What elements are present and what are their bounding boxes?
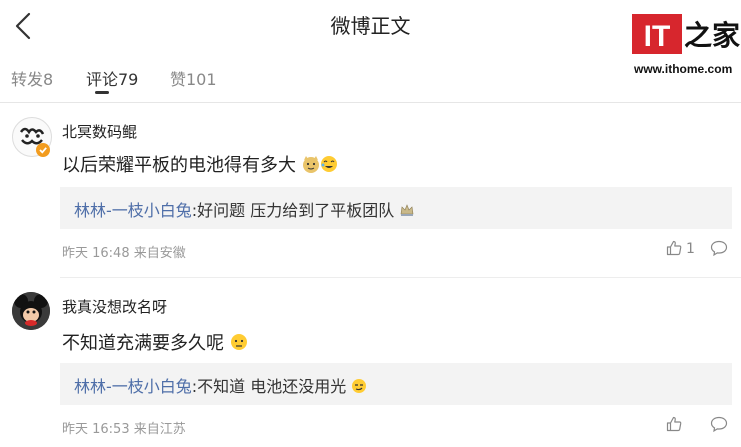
comment-text: 以后荣耀平板的电池得有多大 [62, 151, 338, 177]
reply-author-link[interactable]: 林林-一枝小白兔 [74, 377, 192, 396]
comment-meta: 昨天 16:53 来自江苏 [62, 422, 186, 437]
reply-button[interactable] [710, 416, 730, 436]
verified-badge-icon [36, 143, 50, 157]
reply-button[interactable] [710, 240, 730, 260]
reply-text: :不知道 电池还没用光 [191, 377, 347, 396]
svg-text:之家: 之家 [684, 19, 740, 52]
tab-reposts[interactable]: 转发8 [11, 66, 53, 90]
ithome-logo: IT 之家 [632, 14, 740, 54]
svg-text:IT: IT [644, 20, 671, 53]
comment-text-content: 不知道充满要多久呢 [62, 333, 224, 354]
reply-author-link[interactable]: 林林-一枝小白兔 [74, 201, 192, 220]
doge-emoji-icon [302, 156, 319, 173]
active-tab-indicator [95, 91, 109, 94]
reply-text: :好问题 压力给到了平板团队 [191, 201, 395, 220]
thumbs-up-icon [666, 416, 682, 432]
thumbs-up-icon [666, 240, 682, 256]
comment-bubble-icon [710, 416, 728, 433]
like-button[interactable]: 1 [666, 240, 706, 260]
tab-likes[interactable]: 赞101 [170, 66, 217, 90]
comment-bubble-icon [710, 240, 728, 257]
like-count: 1 [686, 241, 695, 257]
comment-text-content: 以后荣耀平板的电池得有多大 [62, 155, 296, 176]
laughing-cry-emoji-icon [320, 156, 337, 172]
smirk-emoji-icon [352, 379, 367, 393]
comment-text: 不知道充满要多久呢 [62, 329, 248, 355]
tab-bar: 转发8 评论79 赞101 [0, 54, 741, 103]
thinking-emoji-icon [230, 334, 247, 350]
like-button[interactable] [666, 416, 706, 436]
page-title: 微博正文 [330, 14, 411, 38]
tab-comments[interactable]: 评论79 [86, 66, 138, 90]
avatar[interactable] [12, 292, 50, 330]
crown-emoji-icon [401, 204, 414, 216]
reply-preview[interactable]: 林林-一枝小白兔:好问题 压力给到了平板团队 [60, 187, 732, 229]
comment-divider [60, 277, 741, 278]
reply-preview[interactable]: 林林-一枝小白兔:不知道 电池还没用光 [60, 363, 732, 405]
top-bar: 微博正文 [0, 0, 741, 54]
comment-author[interactable]: 北冥数码鲲 [62, 121, 137, 142]
comment-meta: 昨天 16:48 来自安徽 [62, 246, 186, 261]
comment-author[interactable]: 我真没想改名呀 [62, 296, 167, 317]
